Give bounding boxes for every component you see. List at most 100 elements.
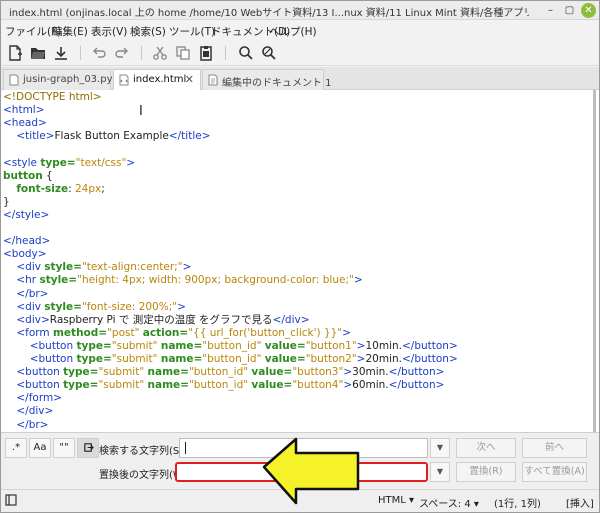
ibeam-cursor-icon: I — [139, 104, 143, 119]
code-token: type= — [63, 366, 99, 379]
code-line: </div> — [3, 405, 53, 418]
menu-help[interactable]: ヘルプ(H) — [269, 24, 317, 39]
tab-width-label: スペース: 4 — [419, 499, 471, 510]
code-token: </head> — [3, 235, 51, 248]
code-token: "submit" — [111, 339, 161, 352]
undo-icon[interactable] — [90, 44, 108, 62]
replace-button[interactable]: 置換(R) — [456, 462, 516, 482]
regex-toggle-button[interactable]: .* — [5, 438, 27, 458]
code-token: > — [343, 366, 353, 379]
code-token: method= — [52, 326, 108, 339]
open-icon[interactable] — [29, 44, 47, 62]
code-line: <html> — [3, 104, 45, 117]
text-caret — [185, 442, 186, 454]
code-line: <hr style="height: 4px; width: 900px; ba… — [3, 274, 363, 287]
text-file-icon — [208, 74, 218, 86]
html-file-icon — [119, 74, 129, 86]
code-token: > — [126, 156, 136, 169]
paste-icon[interactable] — [197, 44, 215, 62]
toolbar-separator — [225, 46, 226, 60]
code-token: </button> — [401, 353, 458, 365]
code-token: <style — [3, 156, 41, 169]
tab-untitled-document[interactable]: 編集中のドキュメント 1 — [202, 69, 332, 90]
menu-edit[interactable]: 編集(E) — [52, 24, 88, 39]
find-next-button[interactable]: 次へ — [456, 438, 516, 458]
search-icon[interactable] — [237, 44, 255, 62]
code-token: <button — [29, 339, 77, 352]
code-token: { — [42, 169, 53, 182]
code-token: button — [3, 169, 43, 182]
code-line: <body> — [3, 248, 47, 261]
code-token: 60min. — [352, 379, 389, 392]
code-line: } — [3, 196, 10, 209]
code-token: > — [177, 300, 186, 313]
code-token: <!DOCTYPE html> — [3, 91, 102, 103]
redo-icon[interactable] — [113, 44, 131, 62]
cut-icon[interactable] — [151, 44, 169, 62]
code-token: </style> — [3, 208, 50, 221]
code-line: <title>Flask Button Example</title> — [3, 130, 211, 143]
code-token: </button> — [388, 366, 445, 379]
code-token: </title> — [168, 130, 211, 143]
maximize-button[interactable]: ▢ — [562, 3, 577, 18]
code-line: <style type="text/css"> — [3, 157, 135, 170]
code-token: "button_id" — [188, 366, 252, 379]
language-selector[interactable]: HTML ▾ — [378, 495, 414, 506]
save-icon[interactable] — [52, 44, 70, 62]
code-token: > — [343, 379, 353, 392]
code-token: "button2" — [305, 353, 357, 365]
find-label: 検索する文字列(S): — [99, 446, 187, 457]
replace-all-button[interactable]: すべて置換(A) — [522, 462, 587, 482]
code-editor[interactable]: I <!DOCTYPE html> <html> <head> <title>Fla… — [1, 90, 599, 432]
tab-width-selector[interactable]: スペース: 4 ▾ — [419, 495, 479, 510]
tab-jusin-graph[interactable]: jusin-graph_03.py — [3, 69, 113, 90]
cursor-position: (1行, 1列) — [494, 499, 541, 510]
tab-index-html[interactable]: index.html ✕ — [113, 69, 201, 91]
code-token: name= — [160, 339, 203, 352]
code-token: <div> — [16, 313, 50, 326]
code-token: value= — [264, 353, 306, 365]
code-line: </head> — [3, 235, 50, 248]
find-history-dropdown[interactable]: ▼ — [430, 438, 450, 458]
code-token: Flask Button Example — [54, 130, 169, 143]
title-bar: index.html (onjinas.local 上の home /home/… — [1, 1, 599, 20]
code-line: <button type="submit" name="button_id" v… — [3, 340, 458, 353]
code-token: <div — [16, 261, 45, 274]
search-replace-icon[interactable] — [260, 44, 278, 62]
menu-search[interactable]: 検索(S) — [130, 24, 166, 39]
code-token: <head> — [3, 117, 47, 130]
code-line: <button type="submit" name="button_id" v… — [3, 379, 444, 392]
code-line: <div style="text-align:center;"> — [3, 261, 191, 274]
code-token: "font-size: 200%;" — [81, 300, 178, 313]
menu-tools[interactable]: ツール(T) — [169, 24, 215, 39]
close-window-button[interactable]: ✕ — [581, 3, 596, 18]
code-token: value= — [264, 339, 306, 352]
code-token: type= — [76, 339, 112, 352]
code-token: style= — [39, 274, 78, 287]
code-token: "button_id" — [202, 353, 265, 365]
menu-view[interactable]: 表示(V) — [91, 24, 127, 39]
wrap-around-button[interactable] — [77, 438, 99, 458]
find-previous-button[interactable]: 前へ — [522, 438, 587, 458]
code-token: font-size — [16, 182, 69, 195]
code-token: ; — [101, 182, 105, 195]
copy-icon[interactable] — [174, 44, 192, 62]
replace-history-dropdown[interactable]: ▼ — [430, 462, 450, 482]
close-tab-icon[interactable]: ✕ — [185, 73, 194, 86]
match-case-button[interactable]: Aa — [29, 438, 51, 458]
code-token: Raspberry Pi で 測定中の温度 をグラフで見る — [49, 313, 273, 326]
code-token: "submit" — [111, 353, 161, 365]
side-panel-toggle-icon[interactable] — [5, 494, 17, 506]
new-document-icon[interactable] — [6, 44, 24, 62]
code-token: > — [353, 274, 363, 287]
vertical-scrollbar[interactable] — [592, 90, 597, 432]
minimize-button[interactable]: – — [543, 3, 558, 18]
code-token: "height: 4px; width: 900px; background-c… — [77, 274, 354, 287]
code-token: </div> — [272, 313, 310, 326]
code-token: name= — [147, 366, 189, 379]
whole-word-button[interactable]: "" — [53, 438, 75, 458]
